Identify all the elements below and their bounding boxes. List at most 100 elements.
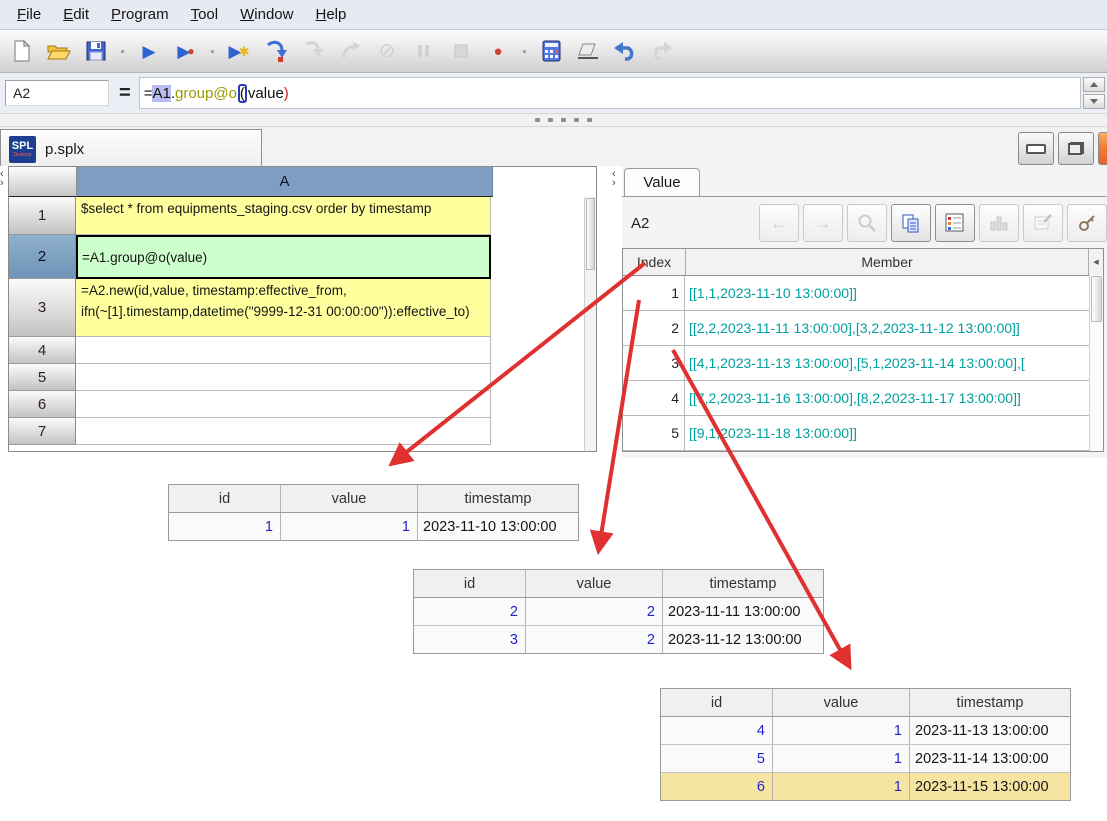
result-scrollbar[interactable] [1089, 275, 1103, 451]
grid-cell-A1[interactable]: $select * from equipments_staging.csv or… [76, 197, 491, 235]
result-cell-label: A2 [631, 215, 649, 232]
index-column-header[interactable]: Index [623, 249, 686, 275]
record-icon[interactable]: ● [486, 39, 510, 63]
detail-col-header-value: value [526, 570, 663, 597]
spinner-down-icon[interactable] [1083, 94, 1105, 109]
detail-row: 412023-11-13 13:00:00 [661, 717, 1070, 745]
menu-program[interactable]: Program [100, 6, 180, 23]
member-column-header[interactable]: Member [686, 249, 1089, 275]
formula-input[interactable]: =A1.group@o(value) [139, 77, 1081, 109]
calculator-icon[interactable] [539, 39, 563, 63]
detail-cell: 5 [661, 745, 773, 772]
draw-key-button[interactable] [1067, 204, 1107, 242]
save-icon[interactable] [84, 39, 108, 63]
new-file-icon[interactable] [10, 39, 34, 63]
result-row-5[interactable]: 5[[9,1,2023-11-18 13:00:00]] [623, 416, 1103, 451]
spl-logo-icon: SPLDesktop [9, 136, 36, 163]
menu-window[interactable]: Window [229, 6, 304, 23]
toolbar-separator [211, 50, 214, 53]
grid-cell-A6[interactable] [76, 391, 491, 418]
window-controls: × [1018, 132, 1107, 165]
result-index-cell: 2 [623, 311, 685, 345]
step-into-icon [301, 39, 325, 63]
detail-cell: 4 [661, 717, 773, 744]
spinner-up-icon[interactable] [1083, 77, 1105, 92]
result-member-cell[interactable]: [[4,1,2023-11-13 13:00:00],[5,1,2023-11-… [685, 346, 1103, 380]
toolbar-separator [121, 50, 124, 53]
detail-row: 222023-11-11 13:00:00 [414, 598, 823, 626]
debug-run-icon[interactable]: ▶● [174, 39, 198, 63]
menu-file[interactable]: File [6, 6, 52, 23]
detail-cell: 2 [526, 598, 663, 625]
close-button[interactable]: × [1098, 132, 1107, 165]
result-member-cell[interactable]: [[2,2,2023-11-11 13:00:00],[3,2,2023-11-… [685, 311, 1103, 345]
step-over-icon[interactable] [264, 39, 288, 63]
menu-help[interactable]: Help [304, 6, 357, 23]
grid-cell-A5[interactable] [76, 364, 491, 391]
result-member-cell[interactable]: [[1,1,2023-11-10 13:00:00]] [685, 276, 1103, 310]
left-splitter-collapse[interactable]: ‹› [0, 170, 8, 188]
result-row-4[interactable]: 4[[7,2,2023-11-16 13:00:00],[8,2,2023-11… [623, 381, 1103, 416]
result-member-cell[interactable]: [[9,1,2023-11-18 13:00:00]] [685, 416, 1103, 450]
formula-token: ) [284, 85, 289, 102]
grid-cell-A7[interactable] [76, 418, 491, 445]
detail-table-group1: idvaluetimestamp112023-11-10 13:00:00 [168, 484, 579, 541]
row-header-5[interactable]: 5 [9, 364, 76, 391]
run-icon[interactable]: ▶ [137, 39, 161, 63]
chart-button [979, 204, 1019, 242]
detail-col-header-id: id [661, 689, 773, 716]
grid-cell-A3[interactable]: =A2.new(id,value, timestamp:effective_fr… [76, 279, 491, 337]
app-window: FileEditProgramToolWindowHelp ▶ ▶● ▶✱ ⊘ [0, 0, 1107, 821]
result-row-2[interactable]: 2[[2,2,2023-11-11 13:00:00],[3,2,2023-11… [623, 311, 1103, 346]
detail-table-group3: idvaluetimestamp412023-11-13 13:00:00512… [660, 688, 1071, 801]
formula-expand-spinner[interactable] [1083, 77, 1105, 109]
horizontal-splitter[interactable] [0, 114, 1107, 127]
result-member-cell[interactable]: [[7,2,2023-11-16 13:00:00],[8,2,2023-11-… [685, 381, 1103, 415]
row-header-3[interactable]: 3 [9, 279, 76, 337]
menubar: FileEditProgramToolWindowHelp [0, 0, 1107, 30]
tab-value[interactable]: Value [624, 168, 700, 196]
detail-row: 612023-11-15 13:00:00 [661, 773, 1070, 800]
equals-label: = [119, 82, 131, 105]
clear-icon[interactable] [576, 39, 600, 63]
cell-name-box[interactable]: A2 [5, 80, 109, 106]
row-header-6[interactable]: 6 [9, 391, 76, 418]
interrupt-icon: ⊘ [375, 39, 399, 63]
detail-cell: 1 [773, 773, 910, 800]
panel-splitter-collapse[interactable]: ‹› [612, 170, 620, 188]
main-area: ‹› A 1$select * from equipments_staging.… [0, 166, 1107, 458]
grid-scrollbar[interactable] [584, 197, 596, 451]
column-header-A[interactable]: A [77, 167, 493, 197]
grid-corner-cell[interactable] [9, 167, 77, 197]
row-header-1[interactable]: 1 [9, 197, 76, 235]
undo-icon[interactable] [613, 39, 637, 63]
grid-cell-A4[interactable] [76, 337, 491, 364]
result-row-1[interactable]: 1[[1,1,2023-11-10 13:00:00]] [623, 276, 1103, 311]
formula-token: value [248, 85, 284, 102]
list-view-button[interactable] [935, 204, 975, 242]
pause-icon [412, 39, 436, 63]
menu-edit[interactable]: Edit [52, 6, 100, 23]
detail-row: 112023-11-10 13:00:00 [169, 513, 578, 540]
result-row-3[interactable]: 3[[4,1,2023-11-13 13:00:00],[5,1,2023-11… [623, 346, 1103, 381]
back-button: ← [759, 204, 799, 242]
detail-col-header-timestamp: timestamp [418, 485, 578, 512]
menu-tool[interactable]: Tool [180, 6, 230, 23]
detail-col-header-id: id [414, 570, 526, 597]
result-scrollbar-thumb[interactable] [1091, 276, 1102, 322]
formula-token: A1 [152, 85, 170, 102]
row-header-7[interactable]: 7 [9, 418, 76, 445]
row-header-2[interactable]: 2 [9, 235, 76, 279]
grid-cell-A2[interactable]: =A1.group@o(value) [76, 235, 491, 279]
open-icon[interactable] [47, 39, 71, 63]
copy-button[interactable] [891, 204, 931, 242]
restore-button[interactable] [1058, 132, 1094, 165]
minimize-button[interactable] [1018, 132, 1054, 165]
detail-cell: 6 [661, 773, 773, 800]
tab-p-splx[interactable]: SPLDesktop p.splx [0, 129, 262, 168]
step-return-icon [338, 39, 362, 63]
grid-scrollbar-thumb[interactable] [586, 198, 595, 270]
row-header-4[interactable]: 4 [9, 337, 76, 364]
execute-to-cursor-icon[interactable]: ▶✱ [227, 39, 251, 63]
detail-cell: 2023-11-11 13:00:00 [663, 598, 823, 625]
